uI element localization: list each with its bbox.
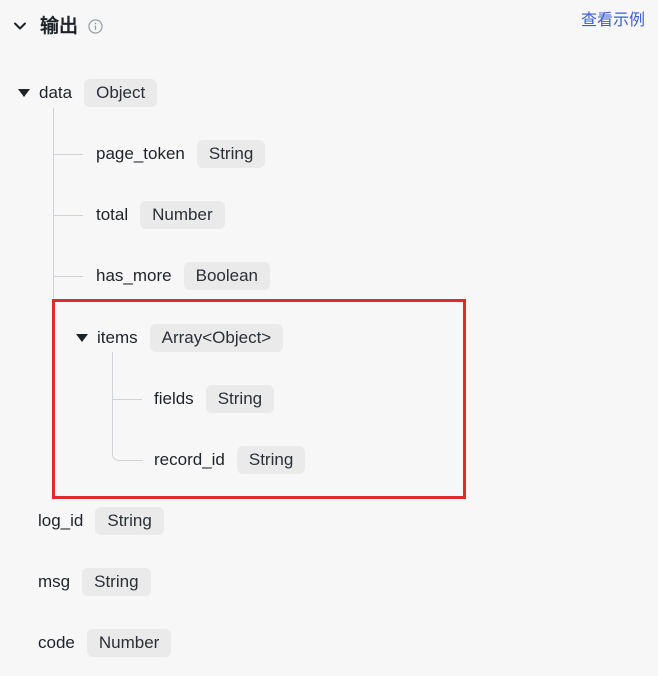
field-name: msg — [38, 572, 71, 591]
field-name: has_more — [96, 266, 172, 285]
tree-line — [53, 154, 83, 155]
tree-line — [53, 108, 54, 298]
type-badge: String — [196, 140, 266, 168]
type-badge: String — [95, 507, 164, 535]
highlight-box — [52, 299, 466, 499]
field-row-has-more: has_more Boolean — [96, 261, 270, 291]
field-name: total — [96, 205, 129, 224]
chevron-down-icon[interactable] — [12, 18, 28, 34]
field-name: data — [39, 83, 73, 102]
field-name: log_id — [38, 511, 84, 530]
field-row-msg: msg String — [38, 567, 151, 597]
caret-down-icon[interactable] — [18, 89, 30, 97]
field-row-page-token: page_token String — [96, 139, 266, 169]
field-row-log-id: log_id String — [38, 506, 164, 536]
type-badge: Number — [140, 201, 225, 229]
type-badge: String — [82, 568, 151, 596]
type-badge: Number — [86, 629, 172, 657]
info-icon[interactable] — [88, 19, 103, 34]
tree-line — [53, 276, 83, 277]
field-name: code — [38, 633, 75, 652]
field-row-total: total Number — [96, 200, 225, 230]
section-title: 输出 — [40, 16, 79, 37]
view-example-link[interactable]: 查看示例 — [581, 10, 645, 32]
tree-line — [53, 215, 83, 216]
field-row-code: code Number — [38, 628, 172, 658]
field-row-data: data Object — [18, 78, 158, 108]
type-badge: Boolean — [183, 262, 270, 290]
field-name: page_token — [96, 144, 185, 163]
type-badge: Object — [84, 79, 158, 107]
